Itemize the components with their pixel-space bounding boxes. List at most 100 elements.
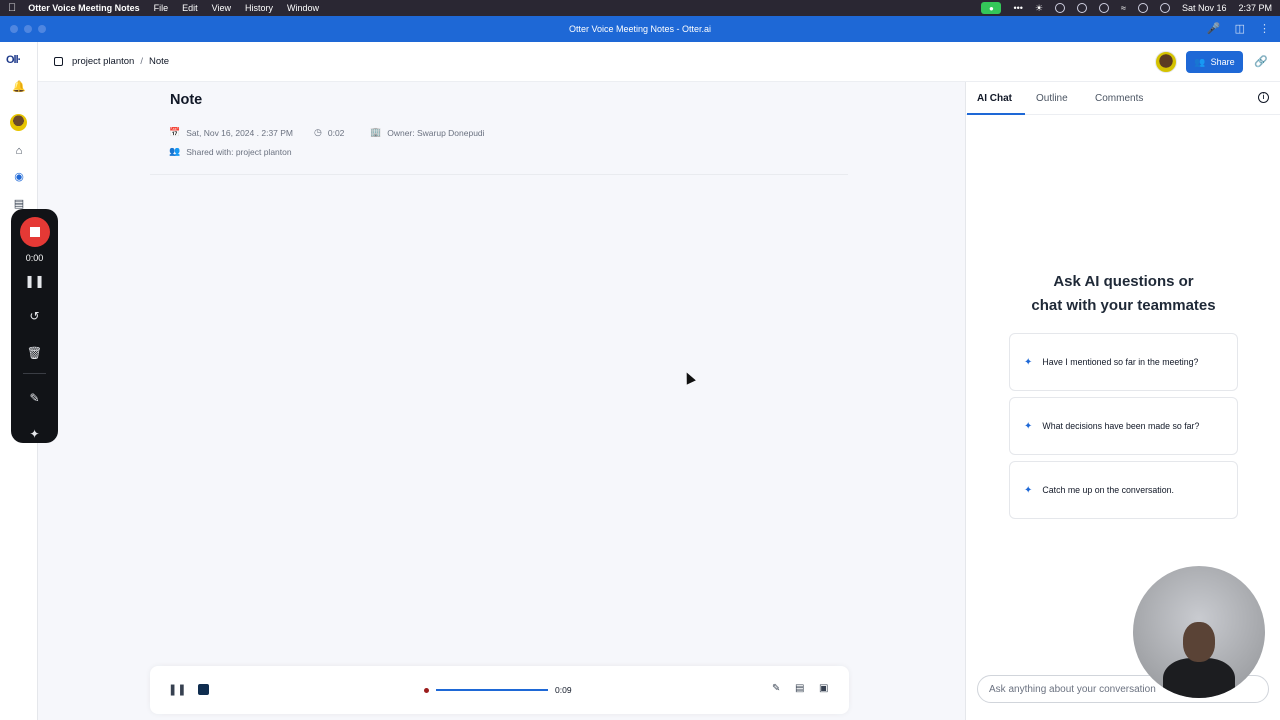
- brightness-icon[interactable]: ☀: [1035, 3, 1043, 14]
- menu-view[interactable]: View: [212, 3, 231, 13]
- home-icon[interactable]: ⌂: [12, 144, 26, 158]
- menubar-date: Sat Nov 16: [1181, 3, 1227, 13]
- suggestion-text: Catch me up on the conversation.: [1042, 485, 1174, 495]
- magic-wand-icon[interactable]: ✦: [11, 427, 58, 441]
- kebab-menu-icon[interactable]: ⋮: [1259, 22, 1270, 35]
- breadcrumb-workspace[interactable]: project planton: [72, 56, 134, 67]
- suggestion-text: Have I mentioned so far in the meeting?: [1042, 357, 1199, 367]
- suggestion-card[interactable]: ✦ Catch me up on the conversation.: [1009, 461, 1238, 519]
- note-date: Sat, Nov 16, 2024 . 2:37 PM: [186, 127, 294, 138]
- note-shared-meta: 👥 Shared with: project planton: [169, 146, 292, 157]
- stop-icon: [30, 227, 40, 237]
- user-avatar[interactable]: [10, 114, 27, 131]
- pause-recording-icon[interactable]: ❚❚: [11, 274, 58, 288]
- apple-menu-icon[interactable]: : [8, 2, 16, 14]
- note-shared[interactable]: Shared with: project planton: [186, 147, 291, 157]
- note-duration: 0:02: [327, 127, 345, 138]
- window-title: Otter Voice Meeting Notes - Otter.ai: [568, 24, 712, 34]
- tab-outline[interactable]: Outline: [1036, 93, 1068, 104]
- menu-file[interactable]: File: [154, 3, 169, 13]
- menu-history[interactable]: History: [245, 3, 273, 13]
- extension-icon[interactable]: [1054, 3, 1065, 13]
- users-icon: 👥: [1194, 56, 1206, 67]
- floating-recorder: 0:00 ❚❚ ↺ 🗑 ✎ ✦: [11, 209, 58, 443]
- minimize-window-button[interactable]: [24, 25, 32, 33]
- building-icon: 🏢: [370, 127, 382, 137]
- suggestion-card[interactable]: ✦ What decisions have been made so far?: [1009, 397, 1238, 455]
- wifi-icon[interactable]: ≈: [1121, 3, 1126, 13]
- control-center-icon[interactable]: [1137, 3, 1148, 13]
- pencil-icon[interactable]: ✎: [11, 391, 58, 405]
- trash-icon[interactable]: 🗑: [11, 346, 58, 360]
- clock-tray-icon[interactable]: [1098, 3, 1109, 13]
- otter-assistant-icon[interactable]: ◉: [12, 170, 26, 184]
- recorder-timer: 0:00: [25, 253, 44, 263]
- suggestion-text: What decisions have been made so far?: [1042, 421, 1200, 431]
- window-controls: [10, 25, 46, 33]
- ai-chat-heading: Ask AI questions or chat with your teamm…: [966, 270, 1280, 318]
- microphone-icon[interactable]: 🎤: [1207, 22, 1221, 35]
- sparkle-icon: ✦: [1024, 484, 1033, 496]
- copy-link-icon[interactable]: 🔗: [1254, 55, 1268, 68]
- note-date-meta: 📅 Sat, Nov 16, 2024 . 2:37 PM: [169, 127, 293, 138]
- ai-chat-heading-line1: Ask AI questions or: [1053, 273, 1194, 290]
- suggestion-card[interactable]: ✦ Have I mentioned so far in the meeting…: [1009, 333, 1238, 391]
- active-tab-indicator: [967, 113, 1025, 115]
- webcam-bubble[interactable]: [1133, 566, 1265, 698]
- clock-icon: ◷: [314, 127, 322, 137]
- highlight-icon[interactable]: ✎: [772, 683, 780, 694]
- siri-icon[interactable]: [1159, 3, 1170, 13]
- stop-button[interactable]: [198, 684, 209, 695]
- breadcrumb-separator: /: [140, 56, 143, 67]
- note-title[interactable]: Note: [170, 92, 202, 108]
- window-titlebar: Otter Voice Meeting Notes - Otter.ai 🎤 ◫…: [0, 16, 1280, 42]
- menu-edit[interactable]: Edit: [182, 3, 198, 13]
- note-header: project planton / Note 👥 Share 🔗: [38, 42, 1280, 82]
- app-menu[interactable]: Otter Voice Meeting Notes: [28, 3, 139, 13]
- people-icon: 👥: [169, 146, 181, 156]
- webcam-person-head: [1183, 622, 1215, 662]
- sparkle-icon: ✦: [1024, 356, 1033, 368]
- zoom-window-button[interactable]: [38, 25, 46, 33]
- camera-in-use-icon[interactable]: ●: [981, 2, 1002, 14]
- progress-fill: [436, 689, 548, 691]
- playback-time: 0:09: [555, 685, 572, 695]
- close-window-button[interactable]: [10, 25, 18, 33]
- mouse-cursor: [682, 370, 696, 385]
- calendar-icon: 📅: [169, 127, 181, 137]
- otter-logo[interactable]: Oll·: [6, 54, 21, 66]
- note-owner-meta: 🏢 Owner: Swarup Donepudi: [370, 127, 485, 138]
- progress-track[interactable]: [436, 689, 548, 691]
- sparkle-icon: ✦: [1024, 420, 1033, 432]
- breadcrumb: project planton / Note: [54, 56, 169, 67]
- note-duration-meta: ◷ 0:02: [314, 127, 344, 138]
- panel-tabs: AI Chat Outline Comments i: [966, 82, 1280, 115]
- stop-recording-button[interactable]: [20, 217, 50, 247]
- playback-bar: ❚❚ 0:09 ✎ ▤ ▣: [150, 666, 849, 714]
- info-icon[interactable]: i: [1258, 92, 1269, 103]
- collaborator-avatar[interactable]: [1155, 51, 1177, 73]
- image-icon[interactable]: ▣: [819, 683, 828, 694]
- menu-window[interactable]: Window: [287, 3, 319, 13]
- recorder-divider: [23, 373, 46, 374]
- info-tray-icon[interactable]: [1076, 3, 1087, 13]
- pause-icon[interactable]: ❚❚: [168, 683, 186, 696]
- restart-icon[interactable]: ↺: [11, 309, 58, 323]
- macos-menubar:  Otter Voice Meeting Notes File Edit Vi…: [0, 0, 1280, 16]
- tab-ai-chat[interactable]: AI Chat: [977, 93, 1012, 104]
- menubar-time: 2:37 PM: [1238, 3, 1272, 13]
- more-icon[interactable]: •••: [1013, 3, 1022, 13]
- breadcrumb-page: Note: [148, 56, 170, 67]
- share-button[interactable]: 👥 Share: [1186, 51, 1243, 73]
- webcam-person-body: [1163, 658, 1235, 698]
- lock-icon: [54, 57, 63, 66]
- note-owner: Owner: Swarup Donepudi: [387, 127, 485, 138]
- recording-indicator: [424, 688, 429, 693]
- notifications-bell-icon[interactable]: 🔔: [12, 80, 26, 94]
- share-label: Share: [1210, 57, 1235, 67]
- extensions-icon[interactable]: ◫: [1235, 22, 1245, 35]
- header-divider: [150, 174, 848, 175]
- ai-chat-heading-line2: chat with your teammates: [1031, 297, 1216, 314]
- comment-icon[interactable]: ▤: [795, 683, 804, 694]
- tab-comments[interactable]: Comments: [1095, 93, 1143, 104]
